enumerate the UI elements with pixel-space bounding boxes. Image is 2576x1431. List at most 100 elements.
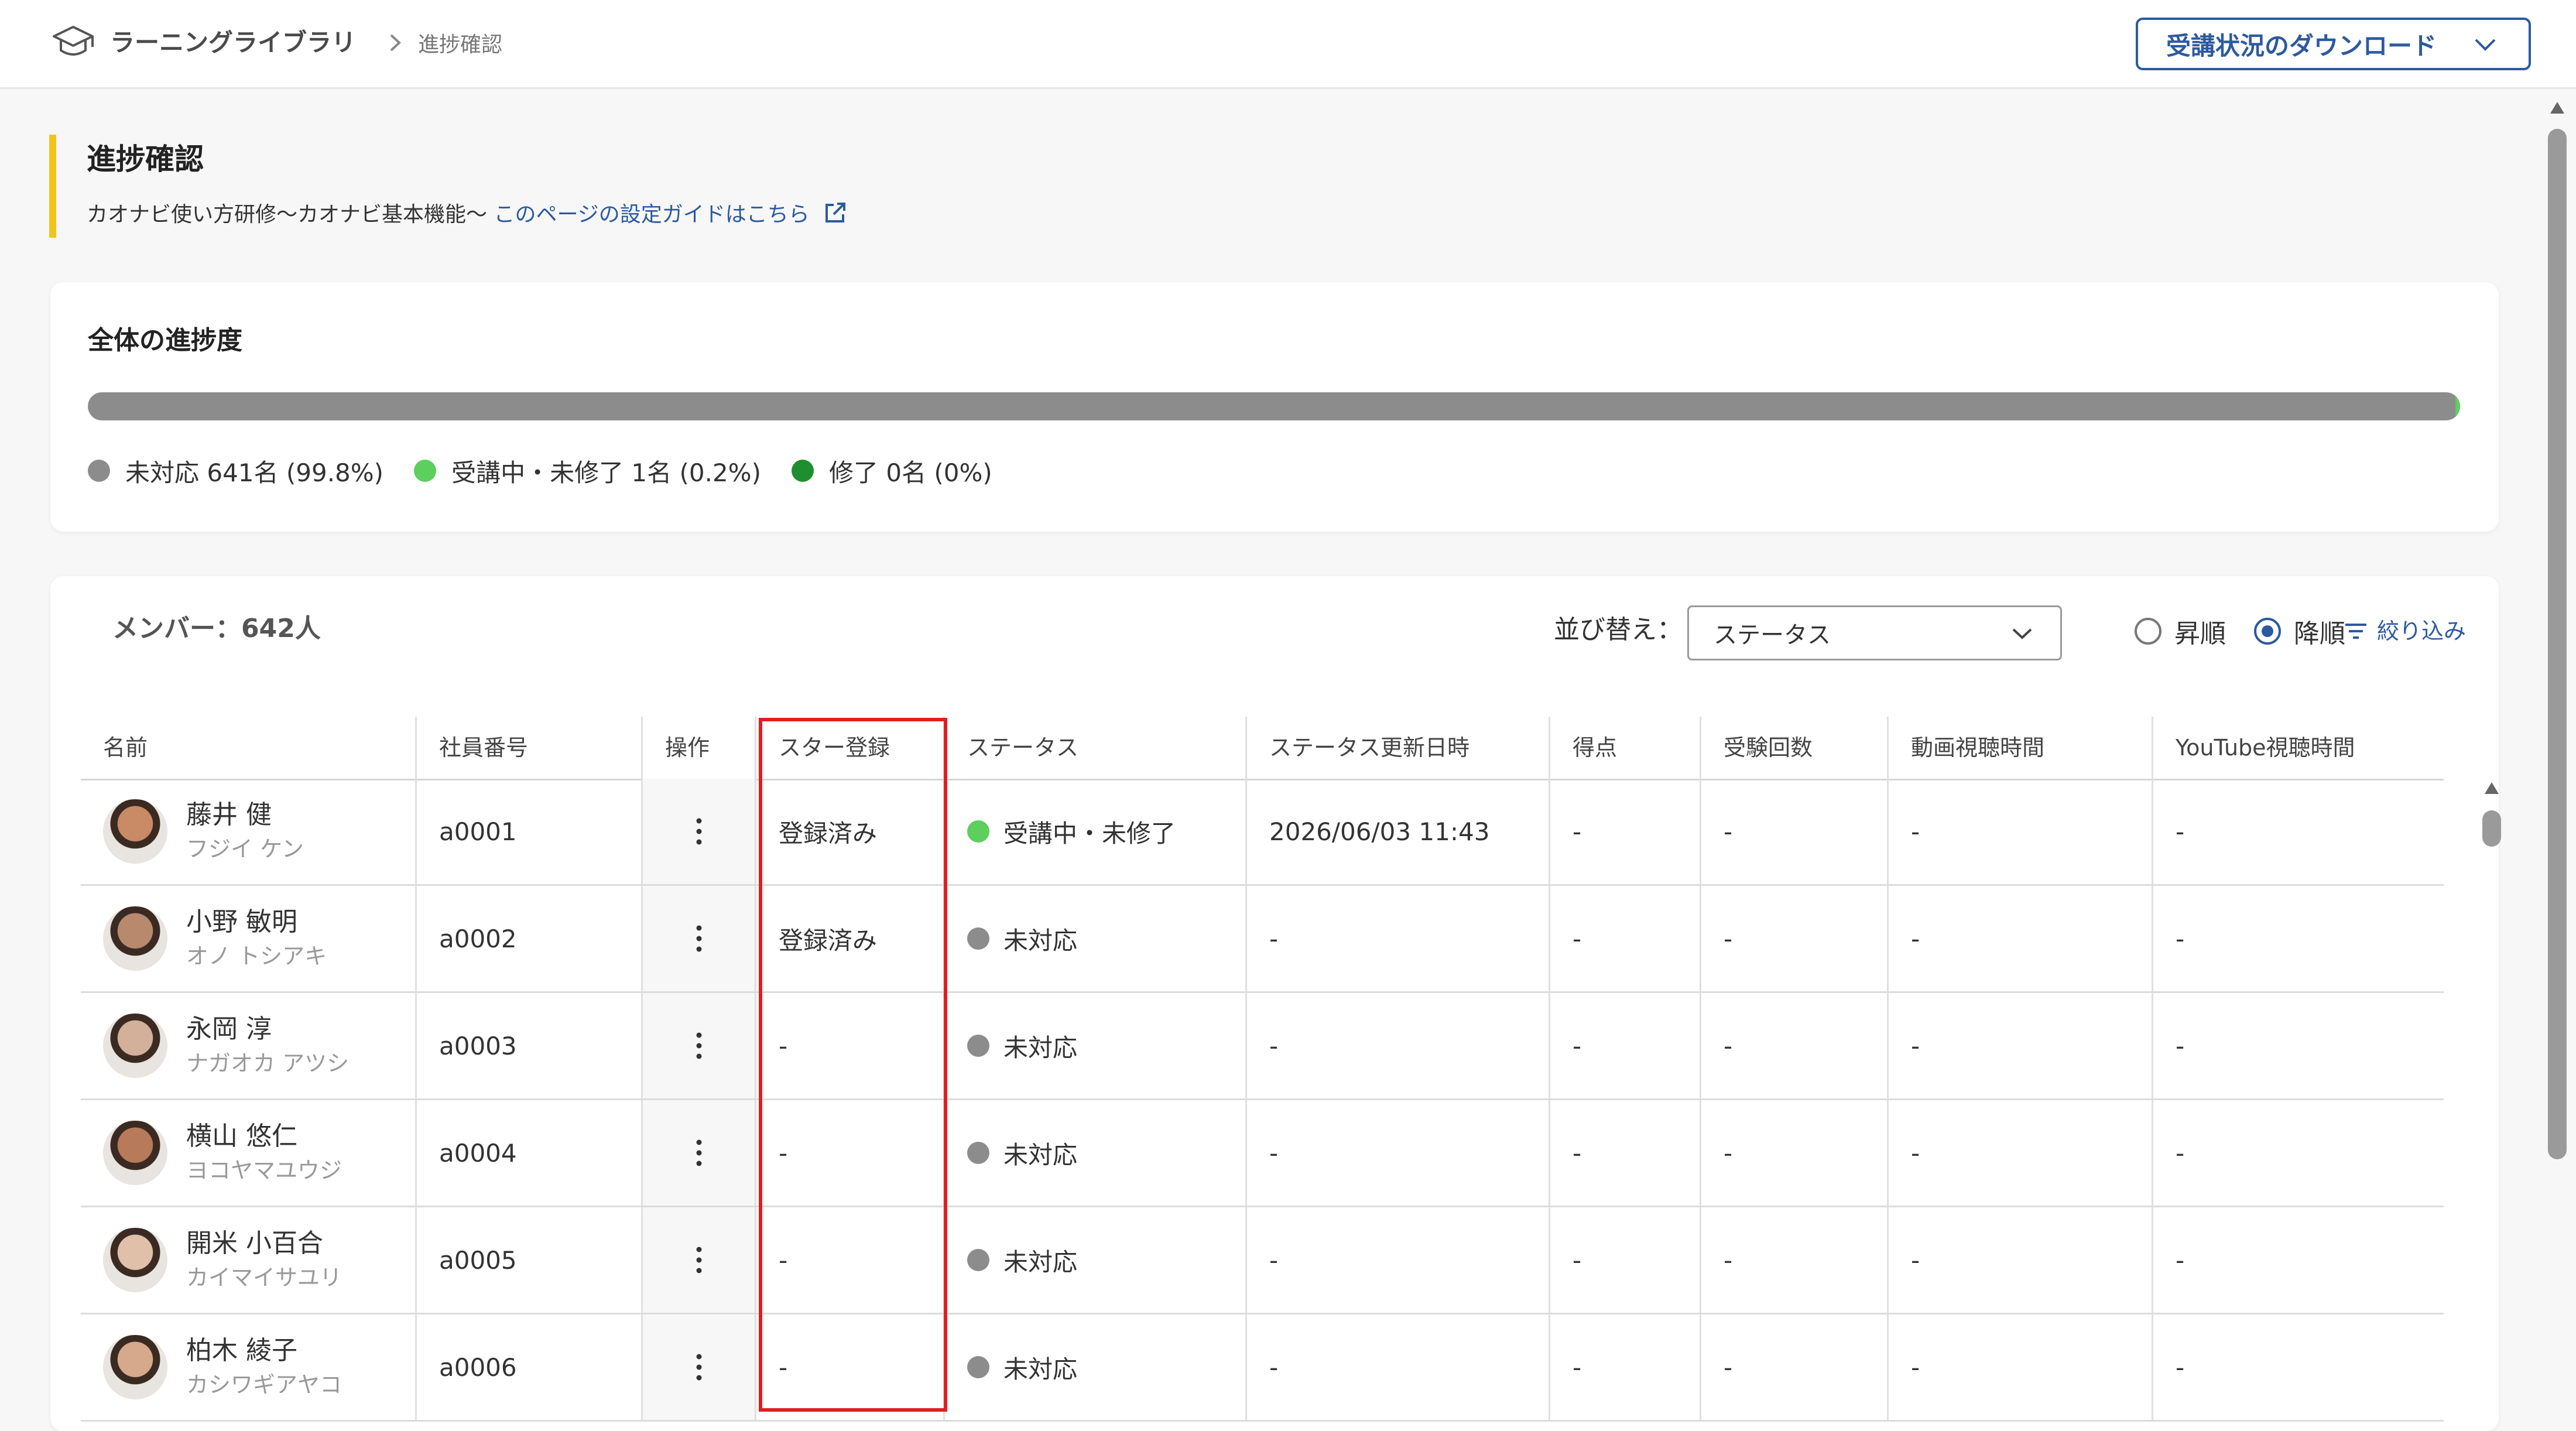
actions-cell [643, 1207, 756, 1313]
name-cell[interactable]: 横山 悠仁 ヨコヤマユウジ [81, 1100, 417, 1206]
score-cell: - [1550, 1314, 1701, 1420]
member-name: 藤井 健 [186, 800, 272, 830]
video-time-cell: - [1889, 1100, 2153, 1206]
member-kana: カイマイサユリ [186, 1265, 342, 1290]
scroll-up-arrow-icon[interactable] [2549, 101, 2565, 115]
status-label: 未対応 [1003, 926, 1078, 955]
chevron-down-icon [2012, 628, 2032, 639]
radio-asc-circle[interactable] [2135, 618, 2161, 645]
member-name: 開米 小百合 [186, 1228, 323, 1258]
member-kana: フジイ ケン [186, 836, 304, 862]
page-heading: 進捗確認 カオナビ使い方研修〜カオナビ基本機能〜 このページの設定ガイドはこちら [49, 135, 1044, 238]
status-dot [967, 1249, 989, 1271]
settings-guide-link-label: このページの設定ガイドはこちら [494, 203, 810, 227]
status-cell: 未対応 [945, 1207, 1247, 1313]
status-cell: 未対応 [945, 1100, 1247, 1206]
name-cell[interactable]: 開米 小百合カイマイサユリ [81, 1207, 417, 1313]
name-cell[interactable]: 小野 敏明 オノ トシアキ [81, 886, 417, 991]
table-row[interactable]: 柏木 綾子 カシワギアヤコ a0006 - 未対応 - - - - - [81, 1314, 2444, 1422]
table-scroll-up-arrow-icon[interactable] [2483, 781, 2500, 795]
status-dot [967, 1142, 989, 1164]
legend-item-in-progress: 受講中・未修了 1名 (0.2%) [414, 453, 761, 489]
member-kana: オノ トシアキ [186, 943, 327, 969]
name-stack: 藤井 健フジイ ケン [186, 797, 304, 865]
page-title: 進捗確認 [87, 142, 204, 176]
youtube-time-value: - [2176, 1353, 2185, 1382]
column-header-video-time[interactable]: 動画視聴時間 [1889, 717, 2153, 779]
attempts-value: - [1724, 1031, 1733, 1060]
video-time-value: - [1911, 924, 1920, 953]
radio-desc-circle[interactable] [2254, 618, 2281, 645]
kebab-menu-icon[interactable] [694, 1245, 704, 1275]
table-row[interactable]: 小野 敏明 オノ トシアキ a0002 登録済み 未対応 - - - - - [81, 886, 2444, 993]
video-time-cell: - [1889, 886, 2153, 991]
name-cell[interactable]: 藤井 健フジイ ケン [81, 779, 417, 884]
filter-button[interactable]: 絞り込み [2343, 614, 2466, 649]
youtube-time-cell: - [2153, 1314, 2444, 1420]
video-time-cell: - [1889, 1207, 2153, 1313]
table-scrollbar-thumb[interactable] [2482, 810, 2501, 847]
column-header-name[interactable]: 名前 [81, 717, 417, 779]
kebab-menu-icon[interactable] [694, 1352, 704, 1382]
youtube-time-cell: - [2153, 1100, 2444, 1206]
sort-order-asc-radio[interactable]: 昇順 [2135, 612, 2226, 650]
table-row[interactable]: 横山 悠仁 ヨコヤマユウジ a0004 - 未対応 - - - - - [81, 1100, 2444, 1207]
star-registration-value: - [779, 1031, 788, 1060]
column-header-status-updated[interactable]: ステータス更新日時 [1247, 717, 1550, 779]
star-registration-value: - [779, 1138, 788, 1168]
employee-id-cell: a0005 [417, 1207, 643, 1313]
column-header-attempts[interactable]: 受験回数 [1701, 717, 1889, 779]
score-cell: - [1550, 993, 1701, 1098]
kebab-menu-icon[interactable] [694, 923, 704, 954]
download-status-button[interactable]: 受講状況のダウンロード [2136, 18, 2531, 70]
column-header-employee-id[interactable]: 社員番号 [417, 717, 643, 779]
status-updated-value: - [1269, 924, 1279, 953]
youtube-time-value: - [2176, 1031, 2185, 1060]
status-label: 未対応 [1003, 1354, 1078, 1384]
sort-select[interactable]: ステータス [1687, 605, 2062, 660]
settings-guide-link[interactable]: このページの設定ガイドはこちら [494, 203, 848, 227]
attempts-cell: - [1701, 993, 1889, 1098]
star-registration-value: - [779, 1353, 788, 1382]
name-stack: 開米 小百合カイマイサユリ [186, 1226, 342, 1294]
score-cell: - [1550, 1207, 1701, 1313]
member-kana: ナガオカ アツシ [186, 1050, 350, 1076]
name-cell[interactable]: 永岡 淳ナガオカ アツシ [81, 993, 417, 1098]
video-time-value: - [1911, 817, 1920, 846]
attempts-value: - [1724, 1245, 1733, 1275]
attempts-value: - [1724, 1138, 1733, 1168]
breadcrumb-root[interactable]: ラーニングライブラリ [110, 23, 356, 62]
youtube-time-value: - [2176, 817, 2185, 846]
member-kana: ヨコヤマユウジ [186, 1158, 342, 1183]
page-scrollbar-thumb[interactable] [2548, 129, 2567, 1159]
column-header-score[interactable]: 得点 [1550, 717, 1701, 779]
table-row[interactable]: 永岡 淳ナガオカ アツシ a0003 - 未対応 - - - - - [81, 993, 2444, 1100]
kebab-menu-icon[interactable] [694, 816, 704, 847]
table-row[interactable]: 藤井 健フジイ ケン a0001 登録済み 受講中・未修了 2026/06/03 11:… [81, 779, 2444, 886]
name-cell[interactable]: 柏木 綾子 カシワギアヤコ [81, 1314, 417, 1420]
column-header-star[interactable]: スター登録 [756, 717, 945, 779]
chevron-down-icon [2475, 39, 2496, 51]
star-registration-cell: - [756, 1314, 945, 1420]
kebab-menu-icon[interactable] [694, 1138, 704, 1168]
app-window: ラーニングライブラリ 進捗確認 受講状況のダウンロード 進捗確認 カオナビ使い方… [0, 0, 2576, 1431]
employee-id-cell: a0004 [417, 1100, 643, 1206]
attempts-value: - [1724, 924, 1733, 953]
star-registration-cell: 登録済み [756, 779, 945, 884]
column-header-youtube-time[interactable]: YouTube視聴時間 [2153, 717, 2444, 779]
video-time-value: - [1911, 1031, 1920, 1060]
legend-item-completed: 修了 0名 (0%) [791, 453, 992, 489]
legend-item-not-started: 未対応 641名 (99.8%) [88, 453, 383, 489]
video-time-value: - [1911, 1353, 1920, 1382]
column-header-status[interactable]: ステータス [945, 717, 1247, 779]
sort-select-value: ステータス [1714, 622, 1831, 649]
legend-label-in-progress: 受講中・未修了 1名 (0.2%) [451, 458, 761, 487]
sort-order-desc-radio[interactable]: 降順 [2254, 612, 2345, 650]
progress-title: 全体の進捗度 [88, 326, 242, 355]
kebab-menu-icon[interactable] [694, 1031, 704, 1061]
star-registration-value: 登録済み [779, 926, 878, 955]
employee-id: a0001 [439, 817, 517, 846]
avatar [103, 1121, 167, 1185]
score-cell: - [1550, 886, 1701, 991]
table-row[interactable]: 開米 小百合 カイマイサユリ a0005 - 未対応 - - - - - [81, 1207, 2444, 1314]
